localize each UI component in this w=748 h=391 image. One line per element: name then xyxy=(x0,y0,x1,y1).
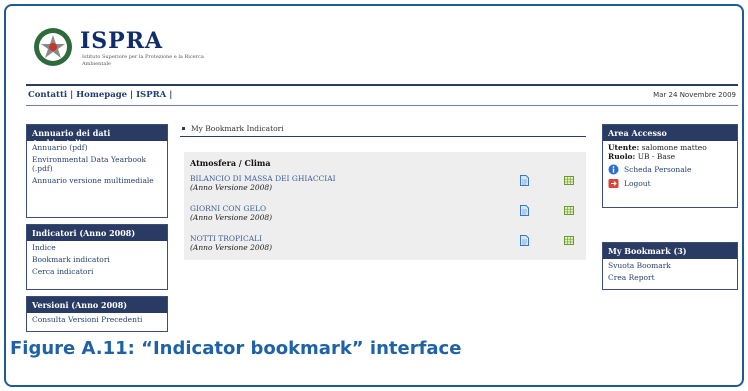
brand-name: ISPRA xyxy=(80,28,164,54)
scheda-personale-link[interactable]: Scheda Personale xyxy=(603,161,737,175)
logout-label: Logout xyxy=(624,179,651,188)
annuario-panel-title: Annuario dei dati Ambientali xyxy=(27,125,167,148)
document-icon[interactable] xyxy=(520,175,529,186)
link-contatti[interactable]: Contatti xyxy=(28,90,67,100)
link-separator: | xyxy=(166,90,173,100)
menu-item-data-yearbook[interactable]: Environmental Data Yearbook (.pdf) xyxy=(27,153,167,174)
top-navigation-bar: Contatti | Homepage | ISPRA | Mar 24 Nov… xyxy=(26,84,738,106)
info-icon xyxy=(608,164,619,175)
figure-frame: ISPRA Istituto Superiore per la Protezio… xyxy=(4,4,744,387)
menu-item-versioni-precedenti[interactable]: Consulta Versioni Precedenti xyxy=(27,313,167,325)
table-icon[interactable] xyxy=(564,206,574,215)
menu-item-bookmark-indicatori[interactable]: Bookmark indicatori xyxy=(27,253,167,265)
bullet-icon xyxy=(182,127,185,130)
document-icon[interactable] xyxy=(520,235,529,246)
page-title: My Bookmark Indicatori xyxy=(180,124,586,137)
table-icon[interactable] xyxy=(564,176,574,185)
top-links: Contatti | Homepage | ISPRA | xyxy=(28,90,172,100)
menu-item-svuota-bookmark[interactable]: Svuota Boomark xyxy=(603,259,737,271)
link-ispra[interactable]: ISPRA xyxy=(136,90,166,100)
category-heading: Atmosfera / Clima xyxy=(190,158,271,168)
versioni-panel-title: Versioni (Anno 2008) xyxy=(27,297,167,313)
table-icon[interactable] xyxy=(564,236,574,245)
document-icon[interactable] xyxy=(520,205,529,216)
current-date: Mar 24 Novembre 2009 xyxy=(653,91,736,99)
menu-item-crea-report[interactable]: Crea Report xyxy=(603,271,737,283)
list-item: GIORNI CON GELO (Anno Versione 2008) xyxy=(190,204,580,230)
bookmark-list: Atmosfera / Clima BILANCIO DI MASSA DEI … xyxy=(184,152,586,260)
logout-link[interactable]: Logout xyxy=(603,175,737,189)
list-item: BILANCIO DI MASSA DEI GHIACCIAI (Anno Ve… xyxy=(190,174,580,200)
menu-item-indice[interactable]: Indice xyxy=(27,241,167,253)
user-label: Utente: xyxy=(608,143,640,152)
user-info: Utente: salomone matteo xyxy=(603,141,737,152)
access-panel-title: Area Accesso xyxy=(603,125,737,141)
role-value: UB - Base xyxy=(637,152,676,161)
list-item: NOTTI TROPICALI (Anno Versione 2008) xyxy=(190,234,580,260)
my-bookmark-panel-title: My Bookmark (3) xyxy=(603,243,737,259)
menu-item-annuario-pdf[interactable]: Annuario (pdf) xyxy=(27,141,167,153)
role-label: Ruolo: xyxy=(608,152,636,161)
indicatori-panel-title: Indicatori (Anno 2008) xyxy=(27,225,167,241)
versioni-panel: Versioni (Anno 2008) Consulta Versioni P… xyxy=(26,296,168,332)
menu-item-annuario-multimediale[interactable]: Annuario versione multimediale xyxy=(27,174,167,186)
annuario-panel: Annuario dei dati Ambientali Annuario (p… xyxy=(26,124,168,218)
access-panel: Area Accesso Utente: salomone matteo Ruo… xyxy=(602,124,738,208)
ispra-emblem-icon xyxy=(34,28,72,66)
brand-tagline: Istituto Superiore per la Protezione e l… xyxy=(82,54,204,67)
logout-icon xyxy=(608,179,619,188)
figure-caption: Figure A.11: “Indicator bookmark” interf… xyxy=(10,338,462,359)
scheda-personale-label: Scheda Personale xyxy=(624,165,692,174)
my-bookmark-panel: My Bookmark (3) Svuota Boomark Crea Repo… xyxy=(602,242,738,290)
role-info: Ruolo: UB - Base xyxy=(603,152,737,161)
page-title-text: My Bookmark Indicatori xyxy=(191,124,284,133)
indicatori-panel: Indicatori (Anno 2008) Indice Bookmark i… xyxy=(26,224,168,290)
link-separator: | xyxy=(127,90,137,100)
link-separator: | xyxy=(67,90,77,100)
user-value: salomone matteo xyxy=(641,143,707,152)
menu-item-cerca-indicatori[interactable]: Cerca indicatori xyxy=(27,265,167,277)
link-homepage[interactable]: Homepage xyxy=(76,90,127,100)
